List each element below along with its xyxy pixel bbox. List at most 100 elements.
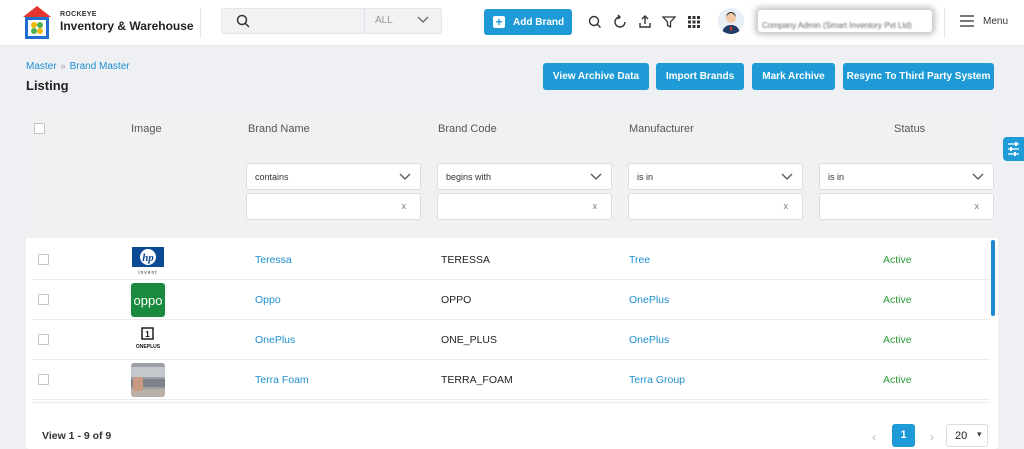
brand-code-filter-input[interactable]: x	[437, 193, 612, 220]
row-checkbox[interactable]	[38, 254, 49, 265]
user-profile-box[interactable]: Company Admin (Smart Inventory Pvt Ltd)	[758, 10, 932, 32]
row-checkbox[interactable]	[38, 294, 49, 305]
hamburger-menu-icon[interactable]	[960, 15, 974, 27]
chevron-down-icon[interactable]	[416, 15, 430, 25]
clear-filter-icon[interactable]: x	[784, 201, 789, 211]
column-header-brand-name[interactable]: Brand Name	[248, 123, 310, 135]
view-archive-data-button[interactable]: View Archive Data	[543, 63, 649, 90]
page-size-value: 20	[955, 430, 968, 442]
upload-icon[interactable]	[637, 14, 653, 30]
chevron-down-icon	[399, 173, 411, 180]
add-brand-label: Add Brand	[513, 17, 565, 28]
oneplus-logo-text: ONEPLUS	[136, 344, 161, 350]
manufacturer-link[interactable]: Tree	[629, 254, 650, 266]
search-scope-value[interactable]: ALL	[375, 15, 393, 26]
manufacturer-filter-input[interactable]: x	[628, 193, 803, 220]
manufacturer-filter-operator[interactable]: is in	[628, 163, 803, 190]
global-search[interactable]: ALL	[221, 8, 442, 34]
brand-code: ONE_PLUS	[441, 334, 498, 346]
breadcrumb: Master» Brand Master	[26, 61, 130, 72]
column-settings-tab[interactable]	[1003, 137, 1024, 161]
table-bottom-divider	[32, 402, 990, 403]
brand-name-filter-input[interactable]: x	[246, 193, 421, 220]
page-title: Listing	[26, 78, 69, 93]
manufacturer-link[interactable]: OnePlus	[629, 294, 669, 306]
column-header-image: Image	[131, 123, 162, 135]
resync-third-party-button[interactable]: Resync To Third Party System	[843, 63, 994, 90]
brand-name-filter-operator[interactable]: contains	[246, 163, 421, 190]
user-name: Company Admin (Smart Inventory Pvt Ltd)	[762, 21, 912, 30]
oppo-logo-text: oppo	[134, 293, 163, 308]
menu-label[interactable]: Menu	[983, 16, 1008, 27]
sliders-icon	[1008, 142, 1019, 156]
oppo-logo-image: oppo	[131, 283, 165, 317]
brand-name-link[interactable]: Teressa	[255, 254, 292, 266]
oneplus-logo-image: 1 ONEPLUS	[131, 323, 165, 357]
hp-logo-caption: invent	[138, 270, 157, 276]
row-checkbox[interactable]	[38, 374, 49, 385]
status-filter-input[interactable]: x	[819, 193, 994, 220]
breadcrumb-separator-icon: »	[60, 61, 66, 71]
status-badge: Active	[883, 254, 912, 266]
header-divider	[200, 8, 201, 38]
refresh-icon[interactable]	[612, 14, 628, 30]
column-header-manufacturer[interactable]: Manufacturer	[629, 123, 694, 135]
rockeye-logo-icon[interactable]	[22, 5, 52, 41]
apps-grid-icon[interactable]	[686, 14, 702, 30]
filter-operator-value: is in	[828, 172, 845, 182]
current-page-button[interactable]: 1	[892, 424, 915, 447]
clear-filter-icon[interactable]: x	[593, 201, 598, 211]
chevron-down-icon	[972, 173, 984, 180]
manufacturer-link[interactable]: OnePlus	[629, 334, 669, 346]
company-small-label: ROCKEYE	[60, 11, 97, 18]
breadcrumb-master[interactable]: Master	[26, 61, 57, 72]
next-page-icon[interactable]: ›	[930, 430, 934, 444]
prev-page-icon[interactable]: ‹	[872, 430, 876, 444]
breadcrumb-brand-master[interactable]: Brand Master	[70, 61, 130, 72]
brand-name-link[interactable]: Oppo	[255, 294, 281, 306]
brand-code: OPPO	[441, 294, 472, 306]
import-brands-button[interactable]: Import Brands	[656, 63, 744, 90]
status-badge: Active	[883, 334, 912, 346]
hp-logo-image: hp invent	[131, 243, 165, 277]
table-scrollbar[interactable]	[991, 240, 995, 316]
brand-name-link[interactable]: Terra Foam	[255, 374, 309, 386]
user-avatar[interactable]	[718, 8, 744, 34]
table-row[interactable]: hp invent Teressa TERESSA Tree Active	[32, 240, 990, 280]
clear-filter-icon[interactable]: x	[975, 201, 980, 211]
page-size-select[interactable]: 20 ▾	[946, 424, 988, 447]
filter-operator-value: contains	[255, 172, 289, 182]
manufacturer-link[interactable]: Terra Group	[629, 374, 685, 386]
brand-code: TERESSA	[441, 254, 491, 266]
search-divider	[364, 9, 365, 33]
add-brand-button[interactable]: + Add Brand	[484, 9, 572, 35]
filter-operator-value: is in	[637, 172, 654, 182]
chevron-down-icon	[781, 173, 793, 180]
search-icon[interactable]	[587, 14, 603, 30]
search-icon[interactable]	[236, 14, 250, 28]
filter-operator-value: begins with	[446, 172, 492, 182]
brand-name-link[interactable]: OnePlus	[255, 334, 295, 346]
table-row[interactable]: oppo Oppo OPPO OnePlus Active	[32, 280, 990, 320]
table-row[interactable]: Terra Foam TERRA_FOAM Terra Group Active	[32, 360, 990, 400]
chevron-down-icon	[590, 173, 602, 180]
svg-text:1: 1	[145, 330, 150, 339]
record-count: View 1 - 9 of 9	[42, 430, 112, 442]
top-bar: ROCKEYE Inventory & Warehouse ALL + Add …	[0, 0, 1024, 46]
brand-code-filter-operator[interactable]: begins with	[437, 163, 612, 190]
table-row[interactable]: 1 ONEPLUS OnePlus ONE_PLUS OnePlus Activ…	[32, 320, 990, 360]
status-badge: Active	[883, 294, 912, 306]
select-all-checkbox[interactable]	[34, 123, 45, 134]
column-header-brand-code[interactable]: Brand Code	[438, 123, 497, 135]
brand-table-card: Image Brand Name Brand Code Manufacturer…	[26, 106, 998, 449]
row-checkbox[interactable]	[38, 334, 49, 345]
svg-text:hp: hp	[142, 252, 154, 264]
mark-archive-button[interactable]: Mark Archive	[752, 63, 835, 90]
table-header: Image Brand Name Brand Code Manufacturer…	[26, 106, 998, 150]
filter-icon[interactable]	[661, 14, 677, 30]
column-header-status[interactable]: Status	[894, 123, 925, 135]
clear-filter-icon[interactable]: x	[402, 201, 407, 211]
header-divider	[944, 8, 945, 38]
status-filter-operator[interactable]: is in	[819, 163, 994, 190]
status-badge: Active	[883, 374, 912, 386]
